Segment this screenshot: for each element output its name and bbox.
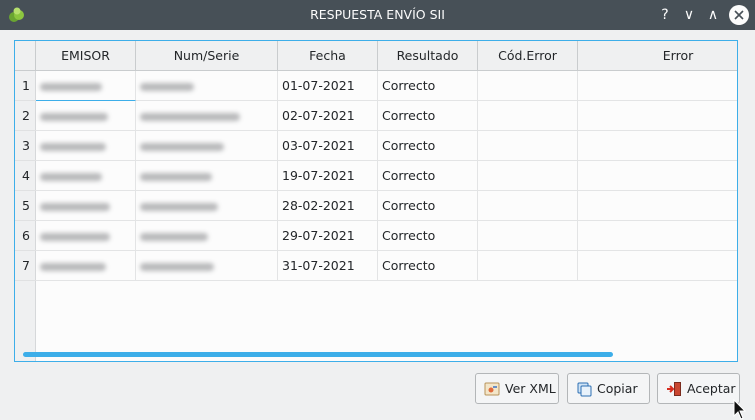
copy-icon <box>577 382 592 397</box>
cell-emisor[interactable] <box>36 251 136 281</box>
column-header-cod-error[interactable]: Cód.Error <box>478 41 578 71</box>
corner-header <box>15 41 36 71</box>
column-header-resultado[interactable]: Resultado <box>378 41 478 71</box>
row-number[interactable]: 3 <box>15 131 36 161</box>
cell-resultado[interactable]: Correcto <box>378 131 478 161</box>
cell-num-serie[interactable] <box>136 221 278 251</box>
window-title: RESPUESTA ENVÍO SII <box>310 7 445 22</box>
cell-cod-error[interactable] <box>478 251 578 281</box>
cell-num-serie[interactable] <box>136 71 278 101</box>
row-number[interactable]: 7 <box>15 251 36 281</box>
aceptar-label: Aceptar <box>687 381 736 396</box>
cell-emisor[interactable] <box>36 221 136 251</box>
cell-num-serie[interactable] <box>136 131 278 161</box>
redacted-text <box>40 82 102 91</box>
cell-error[interactable] <box>578 251 737 281</box>
cell-error[interactable] <box>578 71 737 101</box>
redacted-text <box>140 112 240 121</box>
cell-resultado[interactable]: Correcto <box>378 191 478 221</box>
cell-fecha[interactable]: 31-07-2021 <box>278 251 378 281</box>
cell-cod-error[interactable] <box>478 101 578 131</box>
table-header: EMISOR Num/Serie Fecha Resultado Cód.Err… <box>15 41 737 71</box>
redacted-text <box>40 112 108 121</box>
cell-cod-error[interactable] <box>478 161 578 191</box>
exit-door-icon <box>667 382 681 396</box>
cell-emisor[interactable] <box>36 71 136 101</box>
cell-resultado[interactable]: Correcto <box>378 221 478 251</box>
redacted-text <box>140 202 218 211</box>
row-number[interactable]: 6 <box>15 221 36 251</box>
minimize-button[interactable]: ∨ <box>678 4 700 26</box>
title-bar[interactable]: RESPUESTA ENVÍO SII ? ∨ ∧ <box>0 0 755 30</box>
horizontal-scrollbar[interactable] <box>23 352 613 357</box>
cell-resultado[interactable]: Correcto <box>378 161 478 191</box>
cell-error[interactable] <box>578 191 737 221</box>
cell-cod-error[interactable] <box>478 131 578 161</box>
cell-error[interactable] <box>578 101 737 131</box>
cell-cod-error[interactable] <box>478 191 578 221</box>
cell-fecha[interactable]: 03-07-2021 <box>278 131 378 161</box>
redacted-text <box>40 232 110 241</box>
cell-error[interactable] <box>578 161 737 191</box>
aceptar-button[interactable]: Aceptar <box>657 373 740 404</box>
cell-error[interactable] <box>578 131 737 161</box>
redacted-text <box>40 142 106 151</box>
cell-error[interactable] <box>578 221 737 251</box>
mouse-cursor-icon <box>733 399 747 420</box>
redacted-text <box>40 262 106 271</box>
redacted-text <box>140 172 212 181</box>
cell-num-serie[interactable] <box>136 191 278 221</box>
column-header-error[interactable]: Error <box>578 41 737 71</box>
cell-cod-error[interactable] <box>478 221 578 251</box>
cell-fecha[interactable]: 29-07-2021 <box>278 221 378 251</box>
close-button[interactable] <box>729 5 749 25</box>
xml-view-icon <box>484 382 500 396</box>
row-number[interactable]: 5 <box>15 191 36 221</box>
redacted-text <box>40 172 102 181</box>
maximize-button[interactable]: ∧ <box>702 4 724 26</box>
row-number[interactable]: 1 <box>15 71 36 101</box>
cell-fecha[interactable]: 19-07-2021 <box>278 161 378 191</box>
cell-num-serie[interactable] <box>136 161 278 191</box>
redacted-text <box>140 232 208 241</box>
redacted-text <box>140 262 214 271</box>
cell-resultado[interactable]: Correcto <box>378 251 478 281</box>
redacted-text <box>140 142 224 151</box>
results-table[interactable]: EMISOR Num/Serie Fecha Resultado Cód.Err… <box>14 40 738 362</box>
cell-fecha[interactable]: 02-07-2021 <box>278 101 378 131</box>
cell-num-serie[interactable] <box>136 101 278 131</box>
cell-fecha[interactable]: 01-07-2021 <box>278 71 378 101</box>
row-number[interactable]: 2 <box>15 101 36 131</box>
redacted-text <box>40 202 110 211</box>
cell-resultado[interactable]: Correcto <box>378 101 478 131</box>
cell-num-serie[interactable] <box>136 251 278 281</box>
cell-emisor[interactable] <box>36 101 136 131</box>
close-icon <box>734 10 744 20</box>
cell-fecha[interactable]: 28-02-2021 <box>278 191 378 221</box>
cell-emisor[interactable] <box>36 161 136 191</box>
copiar-button[interactable]: Copiar <box>567 373 650 404</box>
ver-xml-button[interactable]: Ver XML <box>475 373 559 404</box>
column-header-fecha[interactable]: Fecha <box>278 41 378 71</box>
copiar-label: Copiar <box>597 381 638 396</box>
cell-emisor[interactable] <box>36 131 136 161</box>
row-number[interactable]: 4 <box>15 161 36 191</box>
column-header-emisor[interactable]: EMISOR <box>36 41 136 71</box>
help-button[interactable]: ? <box>654 4 676 26</box>
redacted-text <box>140 82 194 91</box>
ver-xml-label: Ver XML <box>505 381 556 396</box>
cell-resultado[interactable]: Correcto <box>378 71 478 101</box>
cell-cod-error[interactable] <box>478 71 578 101</box>
cell-emisor[interactable] <box>36 191 136 221</box>
column-header-num-serie[interactable]: Num/Serie <box>136 41 278 71</box>
